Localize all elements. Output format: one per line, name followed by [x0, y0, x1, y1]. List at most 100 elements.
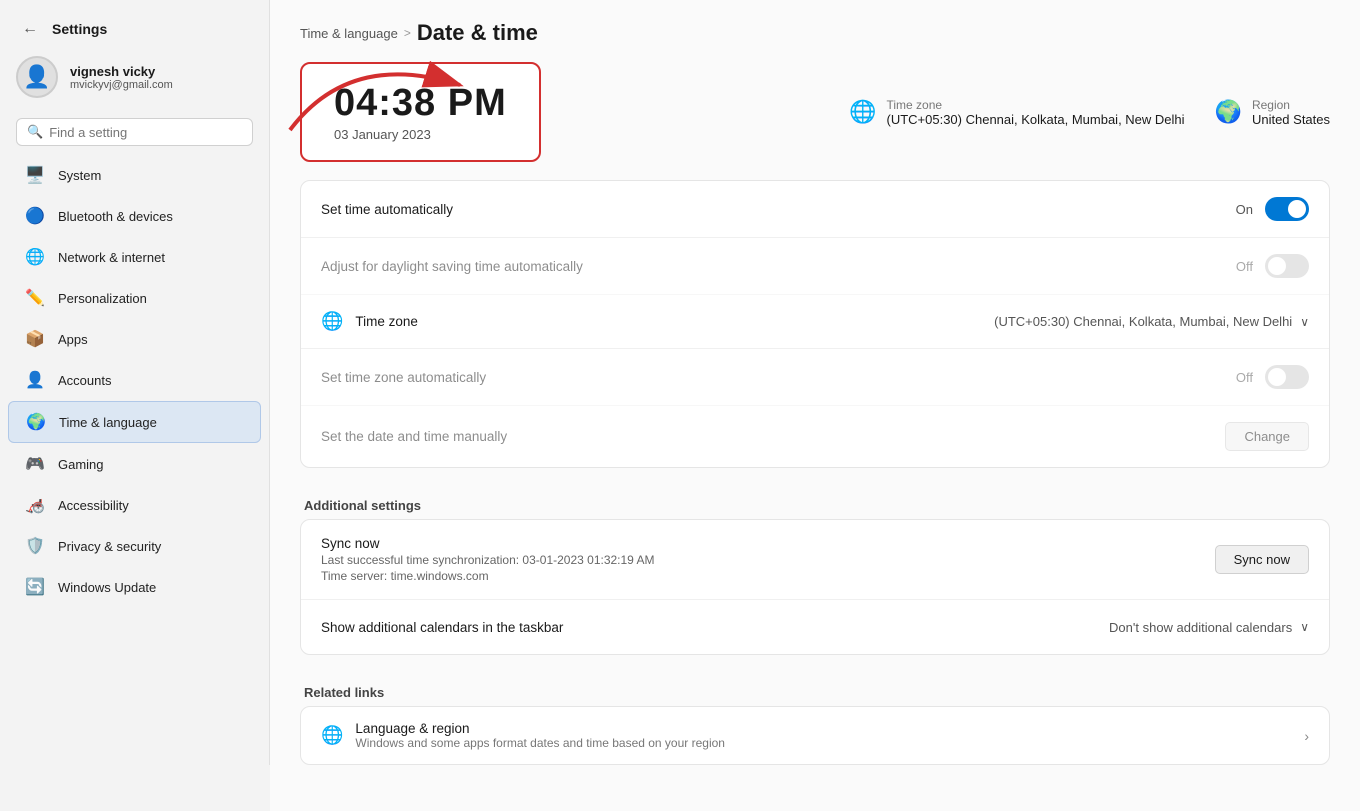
calendars-dropdown-arrow: ∨ [1300, 620, 1309, 634]
sync-now-right: Sync now [1215, 545, 1309, 574]
breadcrumb: Time & language > Date & time [300, 20, 1330, 46]
sidebar-item-privacy[interactable]: 🛡️ Privacy & security [8, 526, 261, 566]
language-region-left: 🌐 Language & region Windows and some app… [321, 721, 725, 750]
sidebar-item-label-privacy: Privacy & security [58, 539, 161, 554]
sync-now-button[interactable]: Sync now [1215, 545, 1309, 574]
breadcrumb-current: Date & time [417, 20, 538, 46]
sidebar-item-label-network: Network & internet [58, 250, 165, 265]
accounts-icon: 👤 [24, 369, 46, 391]
sync-info: Sync now Last successful time synchroniz… [321, 536, 655, 583]
set-date-manually-row: Set the date and time manually Change [301, 406, 1329, 467]
region-value: United States [1252, 112, 1330, 127]
related-links-section: 🌐 Language & region Windows and some app… [300, 706, 1330, 765]
sidebar-item-label-accessibility: Accessibility [58, 498, 129, 513]
set-time-auto-toggle[interactable] [1265, 197, 1309, 221]
sidebar-item-label-accounts: Accounts [58, 373, 111, 388]
language-region-icon: 🌐 [321, 725, 343, 746]
timezone-icon: 🌐 [849, 99, 876, 125]
set-timezone-auto-state: Off [1236, 370, 1253, 385]
sidebar-item-system[interactable]: 🖥️System [8, 155, 261, 195]
calendars-row[interactable]: Show additional calendars in the taskbar… [301, 600, 1329, 654]
timezone-label: Time zone [886, 98, 1184, 112]
sidebar-header: ← Settings [0, 10, 269, 44]
sidebar-item-label-personalization: Personalization [58, 291, 147, 306]
nav-list: 🖥️System🔵Bluetooth & devices 🌐 Network & i… [0, 154, 269, 608]
change-button: Change [1225, 422, 1309, 451]
username: vignesh vicky [70, 64, 173, 79]
sidebar-item-network[interactable]: 🌐 Network & internet [8, 237, 261, 277]
set-time-auto-right: On [1236, 197, 1309, 221]
breadcrumb-separator: > [404, 26, 411, 40]
back-button[interactable]: ← [16, 18, 44, 40]
breadcrumb-parent: Time & language [300, 26, 398, 41]
daylight-saving-right: Off [1236, 254, 1309, 278]
language-region-text: Language & region Windows and some apps … [355, 721, 725, 750]
set-timezone-auto-toggle [1265, 365, 1309, 389]
main-content: Time & language > Date & time 04:38 PM 0… [270, 0, 1360, 811]
header-info: 🌐 Time zone (UTC+05:30) Chennai, Kolkata… [849, 98, 1330, 127]
set-date-manually-label: Set the date and time manually [321, 429, 507, 444]
language-region-chevron: › [1304, 728, 1309, 744]
additional-settings-section: Sync now Last successful time synchroniz… [300, 519, 1330, 655]
region-info: 🌍 Region United States [1215, 98, 1330, 127]
set-timezone-auto-right: Off [1236, 365, 1309, 389]
daylight-saving-state: Off [1236, 259, 1253, 274]
user-profile[interactable]: 👤 vignesh vicky mvickyvj@gmail.com [0, 44, 269, 110]
sync-info-block: Sync now Last successful time synchroniz… [321, 536, 655, 583]
sidebar-item-personalization[interactable]: ✏️ Personalization [8, 278, 261, 318]
sidebar-item-gaming[interactable]: 🎮 Gaming [8, 444, 261, 484]
language-region-row[interactable]: 🌐 Language & region Windows and some app… [301, 707, 1329, 764]
set-timezone-auto-label: Set time zone automatically [321, 370, 486, 385]
search-icon: 🔍 [27, 124, 43, 140]
main-wrapper: Time & language > Date & time 04:38 PM 0… [270, 0, 1360, 765]
date-display: 03 January 2023 [334, 127, 431, 142]
app-title: Settings [52, 21, 107, 37]
user-email: mvickyvj@gmail.com [70, 79, 173, 91]
sidebar-item-accounts[interactable]: 👤 Accounts [8, 360, 261, 400]
timezone-value: (UTC+05:30) Chennai, Kolkata, Mumbai, Ne… [886, 112, 1184, 127]
sync-now-row[interactable]: Sync now Last successful time synchroniz… [301, 520, 1329, 600]
set-time-auto-row[interactable]: Set time automatically On [301, 181, 1329, 238]
personalization-icon: ✏️ [24, 287, 46, 309]
bluetooth-icon: 🔵 [24, 205, 46, 227]
search-box[interactable]: 🔍 [16, 118, 253, 146]
update-icon: 🔄 [24, 576, 46, 598]
time-display: 04:38 PM [334, 82, 507, 125]
main-settings-section: Set time automatically On Adjust for day… [300, 180, 1330, 468]
user-info: vignesh vicky mvickyvj@gmail.com [70, 64, 173, 91]
accessibility-icon: 🦽 [24, 494, 46, 516]
timezone-dropdown-arrow: ∨ [1300, 315, 1309, 329]
time-card: 04:38 PM 03 January 2023 [300, 62, 541, 162]
sync-title: Sync now [321, 536, 655, 551]
sidebar-item-label-gaming: Gaming [58, 457, 104, 472]
sidebar-item-bluetooth[interactable]: 🔵Bluetooth & devices [8, 196, 261, 236]
gaming-icon: 🎮 [24, 453, 46, 475]
sidebar-item-accessibility[interactable]: 🦽 Accessibility [8, 485, 261, 525]
network-icon: 🌐 [24, 246, 46, 268]
timezone-row[interactable]: 🌐 Time zone (UTC+05:30) Chennai, Kolkata… [301, 295, 1329, 349]
daylight-saving-toggle [1265, 254, 1309, 278]
apps-icon: 📦 [24, 328, 46, 350]
sidebar-item-update[interactable]: 🔄 Windows Update [8, 567, 261, 607]
search-input[interactable] [49, 125, 242, 140]
timezone-row-value: (UTC+05:30) Chennai, Kolkata, Mumbai, Ne… [994, 314, 1292, 329]
daylight-saving-row: Adjust for daylight saving time automati… [301, 238, 1329, 295]
region-icon: 🌍 [1215, 99, 1242, 125]
privacy-icon: 🛡️ [24, 535, 46, 557]
sidebar-item-time[interactable]: 🌍Time & language [8, 401, 261, 443]
region-label: Region [1252, 98, 1330, 112]
set-time-auto-state: On [1236, 202, 1253, 217]
calendars-label: Show additional calendars in the taskbar [321, 620, 563, 635]
related-links-header: Related links [300, 671, 1330, 706]
system-icon: 🖥️ [24, 164, 46, 186]
language-region-title: Language & region [355, 721, 725, 736]
sidebar-item-apps[interactable]: 📦 Apps [8, 319, 261, 359]
time-icon: 🌍 [25, 411, 47, 433]
sidebar: ← Settings 👤 vignesh vicky mvickyvj@gmai… [0, 0, 270, 765]
calendars-value: Don't show additional calendars [1109, 620, 1292, 635]
language-region-subtitle: Windows and some apps format dates and t… [355, 736, 725, 750]
timezone-info: 🌐 Time zone (UTC+05:30) Chennai, Kolkata… [849, 98, 1184, 127]
avatar: 👤 [16, 56, 58, 98]
sidebar-item-label-update: Windows Update [58, 580, 156, 595]
sidebar-item-label-apps: Apps [58, 332, 88, 347]
